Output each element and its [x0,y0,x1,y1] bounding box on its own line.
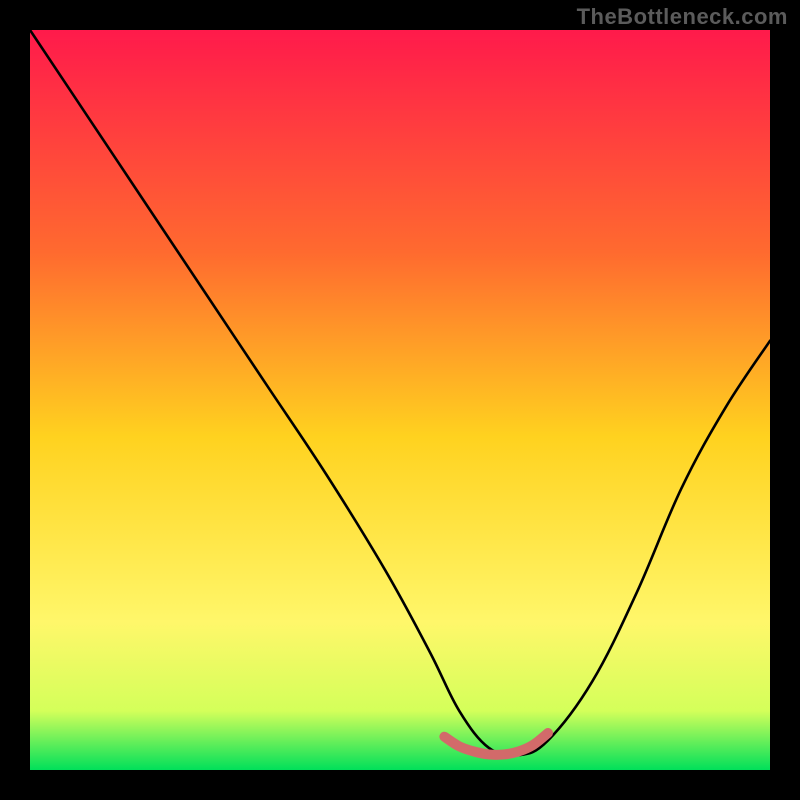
plot-area [30,30,770,770]
chart-frame: TheBottleneck.com [0,0,800,800]
chart-svg [30,30,770,770]
gradient-background [30,30,770,770]
watermark-text: TheBottleneck.com [577,4,788,30]
